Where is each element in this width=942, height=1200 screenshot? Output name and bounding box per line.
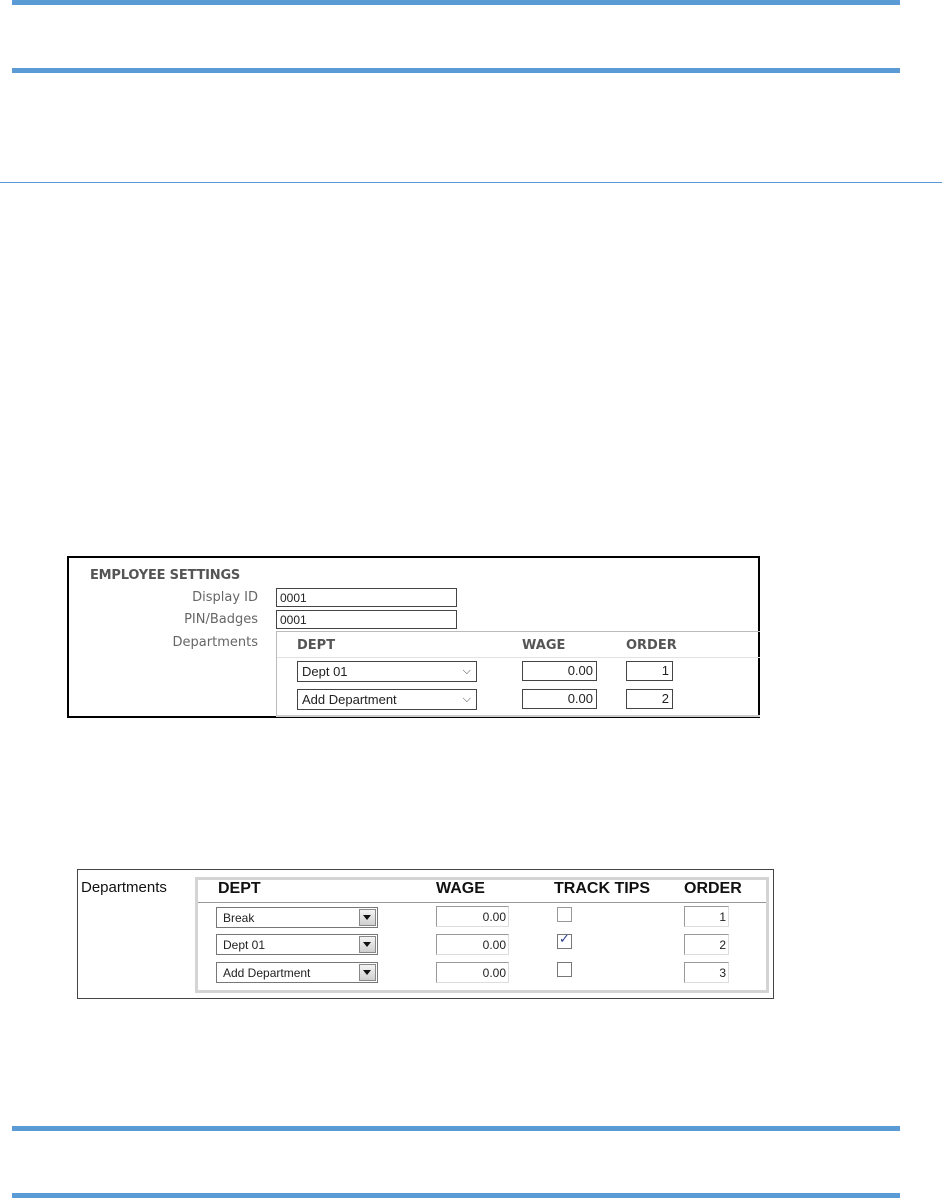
dept-select-value: Add Department bbox=[223, 966, 311, 980]
order-input[interactable]: 3 bbox=[684, 962, 729, 983]
track-tips-checkbox[interactable] bbox=[557, 962, 572, 977]
order-input[interactable]: 1 bbox=[626, 661, 673, 681]
departments-label: Departments bbox=[172, 635, 258, 650]
wage-input[interactable]: 0.00 bbox=[522, 689, 597, 709]
departments-table: DEPT WAGE TRACK TIPS ORDER Break 0.00 1 … bbox=[195, 877, 769, 993]
dept-column-header: DEPT bbox=[218, 880, 261, 897]
departments-table: DEPT WAGE ORDER Dept 01 ⌵ 0.00 1 Add Dep… bbox=[276, 631, 760, 717]
dept-column-header: DEPT bbox=[297, 638, 336, 653]
dept-select-value: Add Department bbox=[302, 692, 397, 707]
dropdown-arrow-icon[interactable] bbox=[359, 964, 376, 981]
dept-select-value: Dept 01 bbox=[223, 938, 266, 952]
departments-track-tips-screenshot: Departments DEPT WAGE TRACK TIPS ORDER B… bbox=[77, 869, 774, 999]
dept-select[interactable]: Dept 01 ⌵ bbox=[297, 661, 477, 682]
employee-settings-heading: EMPLOYEE SETTINGS bbox=[90, 568, 241, 583]
wage-input[interactable]: 0.00 bbox=[436, 934, 509, 955]
header-divider bbox=[277, 657, 760, 658]
footer-rule-top bbox=[12, 1126, 900, 1131]
wage-column-header: WAGE bbox=[522, 638, 566, 653]
dept-select[interactable]: Dept 01 bbox=[216, 934, 378, 955]
track-tips-checkbox[interactable] bbox=[557, 907, 572, 922]
order-input[interactable]: 2 bbox=[626, 689, 673, 709]
header-rule-top bbox=[12, 0, 900, 5]
wage-input[interactable]: 0.00 bbox=[436, 906, 509, 927]
display-id-input[interactable]: 0001 bbox=[276, 588, 457, 607]
chevron-down-icon: ⌵ bbox=[462, 665, 471, 677]
order-input[interactable]: 1 bbox=[684, 906, 729, 927]
footer-rule-bottom bbox=[12, 1193, 900, 1198]
order-column-header: ORDER bbox=[626, 638, 677, 653]
section-divider bbox=[0, 182, 942, 183]
dropdown-arrow-icon[interactable] bbox=[359, 936, 376, 953]
wage-column-header: WAGE bbox=[436, 880, 485, 897]
track-tips-column-header: TRACK TIPS bbox=[554, 880, 650, 897]
departments-label: Departments bbox=[81, 879, 167, 896]
dept-select-value: Dept 01 bbox=[302, 664, 348, 679]
dropdown-arrow-icon[interactable] bbox=[359, 909, 376, 926]
track-tips-checkbox-checked[interactable]: ✓ bbox=[557, 932, 572, 949]
pin-badges-label: PIN/Badges bbox=[184, 612, 258, 627]
employee-settings-screenshot: EMPLOYEE SETTINGS Display ID 0001 PIN/Ba… bbox=[67, 556, 760, 718]
header-divider bbox=[198, 902, 766, 903]
chevron-down-icon: ⌵ bbox=[462, 693, 471, 705]
dept-select-value: Break bbox=[223, 911, 255, 925]
wage-input[interactable]: 0.00 bbox=[436, 962, 509, 983]
add-department-select[interactable]: Add Department bbox=[216, 962, 378, 983]
checkmark-icon: ✓ bbox=[559, 932, 570, 947]
wage-input[interactable]: 0.00 bbox=[522, 661, 597, 681]
dept-select[interactable]: Break bbox=[216, 907, 378, 928]
display-id-label: Display ID bbox=[192, 590, 258, 605]
pin-badges-input[interactable]: 0001 bbox=[276, 610, 457, 629]
add-department-select[interactable]: Add Department ⌵ bbox=[297, 689, 477, 710]
header-rule-bottom bbox=[12, 68, 900, 73]
order-column-header: ORDER bbox=[684, 880, 742, 897]
order-input[interactable]: 2 bbox=[684, 934, 729, 955]
